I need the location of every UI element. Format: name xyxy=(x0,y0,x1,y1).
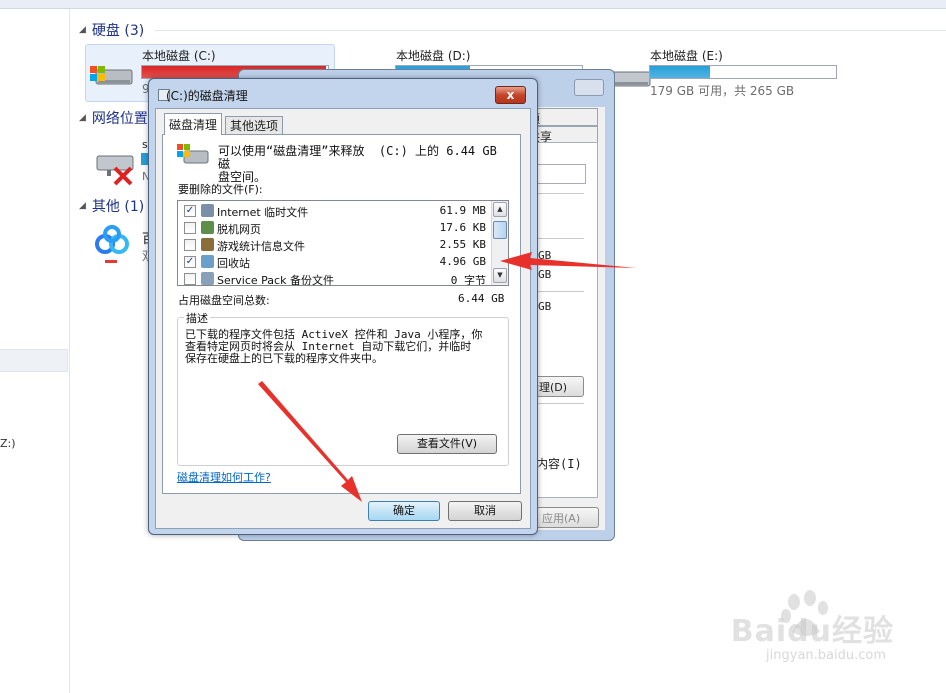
file-name: Internet 临时文件 xyxy=(217,206,309,219)
network-name-partial: s xyxy=(142,138,148,151)
list-item[interactable]: ✓ 回收站 4.96 GB xyxy=(178,253,492,270)
checkbox[interactable] xyxy=(184,273,196,285)
ie-file-icon xyxy=(201,204,214,217)
file-name: 游戏统计信息文件 xyxy=(217,240,305,253)
group-network-label: 网络位置 xyxy=(91,111,148,127)
file-size: 17.6 KB xyxy=(439,221,486,234)
dialog-title: (C:)的磁盘清理 xyxy=(166,89,248,103)
properties-index-label[interactable]: 内容(I) xyxy=(536,455,582,472)
ok-button[interactable]: 确定 xyxy=(368,501,440,521)
collapse-triangle-icon[interactable]: ◢ xyxy=(79,25,86,35)
cleanup-summary: 可以使用“磁盘清理”来释放 (C:) 上的 6.44 GB 磁 盘空间。 xyxy=(218,144,497,184)
description-text: 已下载的程序文件包括 ActiveX 控件和 Java 小程序，你 查看特定网页… xyxy=(185,328,483,365)
list-item[interactable]: 脱机网页 17.6 KB xyxy=(178,219,492,236)
group-other-label: 其他 (1) xyxy=(91,199,145,215)
drive-e-info: 179 GB 可用，共 265 GB xyxy=(650,84,795,98)
properties-free-value: GB xyxy=(538,268,552,281)
game-stats-icon xyxy=(201,238,214,251)
list-item[interactable]: ✓ Internet 临时文件 61.9 MB xyxy=(178,202,492,219)
list-item[interactable]: 游戏统计信息文件 2.55 KB xyxy=(178,236,492,253)
drive-e-usage-fill xyxy=(650,66,710,78)
service-pack-icon xyxy=(201,272,214,285)
group-hard-disks-label: 硬盘 (3) xyxy=(91,23,145,39)
group-network[interactable]: ◢ 网络位置 xyxy=(79,108,148,128)
checkbox[interactable] xyxy=(184,222,196,234)
group-other[interactable]: ◢ 其他 (1) xyxy=(79,196,144,216)
properties-capacity-value: GB xyxy=(538,300,552,313)
checkbox[interactable] xyxy=(184,239,196,251)
tab-more-options[interactable]: 其他选项 xyxy=(225,116,284,134)
file-size: 2.55 KB xyxy=(439,238,486,251)
cancel-button[interactable]: 取消 xyxy=(448,501,522,521)
offline-page-icon xyxy=(201,221,214,234)
drive-c-label: 本地磁盘 (C:) xyxy=(142,49,216,63)
properties-apply-button[interactable]: 应用(A) xyxy=(536,507,599,528)
nav-selected-item[interactable] xyxy=(0,349,68,372)
file-size: 0 字节 xyxy=(450,274,486,286)
window-top-strip xyxy=(0,0,946,9)
disk-cleanup-drive-icon xyxy=(177,144,209,164)
collapse-triangle-icon[interactable]: ◢ xyxy=(79,113,86,123)
nav-item-partial[interactable]: Z:) xyxy=(0,437,16,450)
hard-drive-windows-icon xyxy=(90,66,133,85)
group-divider xyxy=(155,30,946,31)
scroll-down-icon[interactable]: ▼ xyxy=(493,268,507,283)
group-hard-disks[interactable]: ◢ 硬盘 (3) xyxy=(79,20,144,40)
list-item[interactable]: Service Pack 备份文件 0 字节 xyxy=(178,270,492,286)
drive-e-label: 本地磁盘 (E:) xyxy=(650,49,723,63)
total-space-label: 占用磁盘空间总数: xyxy=(178,294,270,307)
collapse-triangle-icon[interactable]: ◢ xyxy=(79,201,86,211)
file-name: 回收站 xyxy=(217,257,250,270)
recycle-bin-icon xyxy=(201,255,214,268)
files-list-scrollbar[interactable]: ▲ ▼ xyxy=(491,201,508,285)
drive-d-label: 本地磁盘 (D:) xyxy=(396,49,471,63)
tab-disk-cleanup[interactable]: 磁盘清理 xyxy=(164,113,223,135)
separator xyxy=(532,238,584,239)
help-link[interactable]: 磁盘清理如何工作? xyxy=(177,469,271,485)
separator xyxy=(532,291,584,292)
navigation-pane xyxy=(0,9,70,693)
files-list[interactable]: ✓ Internet 临时文件 61.9 MB 脱机网页 17.6 KB 游戏统… xyxy=(177,200,509,286)
total-space-value: 6.44 GB xyxy=(458,292,505,305)
watermark-url: jingyan.baidu.com xyxy=(766,648,886,663)
baidu-netdisk-icon[interactable] xyxy=(93,224,133,268)
file-name: 脱机网页 xyxy=(217,223,261,236)
properties-name-field[interactable] xyxy=(532,164,586,184)
drive-e-usage-bar xyxy=(649,65,837,79)
scroll-thumb[interactable] xyxy=(493,221,507,239)
checkbox[interactable]: ✓ xyxy=(184,205,196,217)
separator xyxy=(532,403,584,404)
dialog-close-button[interactable]: x xyxy=(495,86,526,104)
properties-close-button[interactable] xyxy=(574,79,604,96)
watermark-brand: Baidu经验 xyxy=(730,614,894,649)
network-drive-disconnected-icon[interactable] xyxy=(93,150,139,186)
view-files-button[interactable]: 查看文件(V) xyxy=(397,434,497,454)
description-legend: 描述 xyxy=(184,310,210,326)
properties-used-value: GB xyxy=(538,249,552,262)
scroll-up-icon[interactable]: ▲ xyxy=(493,202,507,217)
file-name: Service Pack 备份文件 xyxy=(217,274,334,286)
file-size: 61.9 MB xyxy=(439,204,486,217)
files-to-delete-label: 要删除的文件(F): xyxy=(178,183,263,196)
file-size: 4.96 GB xyxy=(439,255,486,268)
checkbox[interactable]: ✓ xyxy=(184,256,196,268)
separator xyxy=(532,193,584,194)
